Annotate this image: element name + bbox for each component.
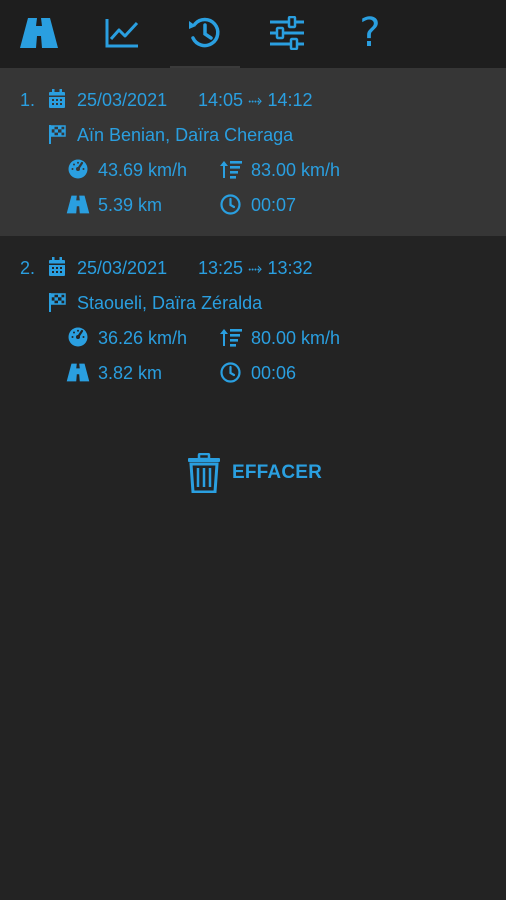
trip-date: 25/03/2021 [77, 258, 168, 278]
trip-max-speed: 80.00 km/h [251, 328, 341, 348]
clock-icon [220, 362, 241, 383]
history-icon [189, 17, 220, 48]
calendar-icon [49, 89, 65, 108]
trip-date: 25/03/2021 [77, 90, 168, 110]
trip-duration: 00:06 [251, 363, 297, 383]
calendar-icon [49, 257, 65, 276]
road-icon [66, 363, 90, 382]
clock-icon [220, 194, 241, 215]
tab-road[interactable] [4, 0, 74, 66]
help-icon: ? [359, 10, 381, 56]
tab-chart[interactable] [87, 0, 157, 66]
trip-time-range: 13:25 ⤑ 13:32 [198, 258, 313, 278]
checkered-flag-icon [49, 293, 66, 312]
trip-item[interactable]: 1. 25/03/2021 14:05 ⤑ 14:12 Aïn Benian, … [0, 68, 506, 236]
trash-icon [188, 453, 220, 493]
speedometer-icon [68, 327, 88, 347]
tab-history[interactable] [170, 0, 240, 68]
road-icon [20, 18, 58, 48]
trip-avg-speed: 36.26 km/h [98, 328, 188, 348]
trip-location: Aïn Benian, Daïra Cheraga [77, 125, 294, 145]
speedometer-icon [68, 159, 88, 179]
tab-settings[interactable] [252, 0, 322, 66]
trip-duration: 00:07 [251, 195, 297, 215]
trip-max-speed: 83.00 km/h [251, 160, 341, 180]
trip-location: Staoueli, Daïra Zéralda [77, 293, 263, 313]
trip-avg-speed: 43.69 km/h [98, 160, 188, 180]
trip-distance: 3.82 km [98, 363, 163, 383]
trip-index: 1. [20, 90, 36, 110]
top-tab-bar: ? [0, 0, 506, 68]
checkered-flag-icon [49, 125, 66, 144]
trip-time-range: 14:05 ⤑ 14:12 [198, 90, 313, 110]
max-speed-icon [220, 329, 242, 347]
erase-button-label: EFFACER [232, 462, 323, 483]
tab-help[interactable]: ? [335, 0, 405, 66]
trip-distance: 5.39 km [98, 195, 163, 215]
max-speed-icon [220, 161, 242, 179]
erase-button[interactable]: EFFACER [186, 452, 336, 494]
trip-index: 2. [20, 258, 36, 278]
chart-icon [105, 19, 139, 48]
road-icon [66, 195, 90, 214]
settings-sliders-icon [270, 16, 304, 50]
trip-item[interactable]: 2. 25/03/2021 13:25 ⤑ 13:32 Staoueli, Da… [0, 236, 506, 404]
